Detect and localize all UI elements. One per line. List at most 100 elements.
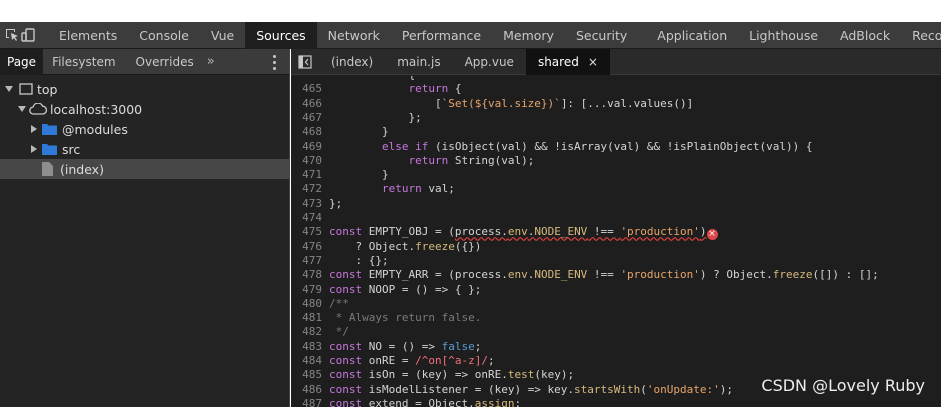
toggle-navigator-icon[interactable] xyxy=(291,49,319,75)
line-number[interactable]: 486 xyxy=(291,383,329,397)
line-number[interactable]: 475 xyxy=(291,225,329,239)
line-number[interactable]: 476 xyxy=(291,240,329,254)
code-text: else if (isObject(val) && !isArray(val) … xyxy=(381,139,813,153)
tab-label: shared xyxy=(537,54,579,69)
line-number[interactable]: 477 xyxy=(291,254,329,268)
tab-label: Lighthouse xyxy=(749,27,819,43)
line-number[interactable]: 484 xyxy=(291,354,329,368)
line-number[interactable]: 471 xyxy=(291,168,329,182)
tab-label: Console xyxy=(139,27,189,43)
line-number[interactable]: 468 xyxy=(291,125,329,139)
tree-item-modules[interactable]: @modules xyxy=(0,119,289,139)
tab-adblock[interactable]: AdBlock xyxy=(829,22,901,49)
expand-arrow-icon[interactable] xyxy=(18,106,26,112)
tab-performance[interactable]: Performance xyxy=(391,22,492,49)
line-number[interactable]: 469 xyxy=(291,140,329,154)
editor-tab-main-js[interactable]: main.js xyxy=(385,49,452,75)
line-number[interactable]: 483 xyxy=(291,340,329,354)
cloud-icon xyxy=(29,103,47,115)
code-line: 467 }; xyxy=(291,111,941,125)
line-number[interactable]: 470 xyxy=(291,154,329,168)
tree-item-src[interactable]: src xyxy=(0,139,289,159)
editor-tab-index[interactable]: (index) xyxy=(319,49,385,75)
line-number[interactable]: 482 xyxy=(291,325,329,339)
code-text: return val; xyxy=(381,182,455,196)
tab-filesystem[interactable]: Filesystem xyxy=(43,49,122,75)
editor-tab-shared[interactable]: shared × xyxy=(525,48,610,75)
line-number[interactable]: 466 xyxy=(291,97,329,111)
window-top-bar xyxy=(0,0,941,22)
line-number[interactable]: 465 xyxy=(291,82,329,96)
line-number[interactable]: 485 xyxy=(291,368,329,382)
tab-label: Filesystem xyxy=(52,54,116,69)
tab-overrides[interactable]: Overrides xyxy=(123,49,201,75)
tree-item-localhost[interactable]: localhost:3000 xyxy=(0,99,289,119)
line-number[interactable]: 474 xyxy=(291,211,329,225)
line-number[interactable]: 472 xyxy=(291,182,329,196)
code-line: 484 const onRE = /^on[^a-z]/; xyxy=(291,354,941,368)
code-line: 474 xyxy=(291,211,941,225)
code-text: : {}; xyxy=(329,253,389,267)
collapse-arrow-icon[interactable] xyxy=(31,145,37,153)
tab-label: Overrides xyxy=(135,54,194,69)
line-number[interactable]: 467 xyxy=(291,111,329,125)
code-text: const extend = Object.assign; xyxy=(329,396,522,407)
code-text: }; xyxy=(329,110,422,124)
code-line: 471 } xyxy=(291,168,941,182)
line-number[interactable]: 481 xyxy=(291,311,329,325)
editor-tab-app-vue[interactable]: App.vue xyxy=(453,49,526,75)
tab-label: AdBlock xyxy=(840,27,891,43)
code-line: 481 * Always return false. xyxy=(291,311,941,325)
code-text: ? Object.freeze({}) xyxy=(329,239,482,253)
more-options-icon[interactable] xyxy=(269,53,279,71)
line-number[interactable]: 479 xyxy=(291,283,329,297)
code-text: * Always return false. xyxy=(329,311,482,325)
tab-page[interactable]: Page xyxy=(0,48,44,75)
tree-label: @modules xyxy=(62,121,128,137)
tab-label: Network xyxy=(327,27,380,43)
tab-sources[interactable]: Sources xyxy=(245,21,317,49)
tab-vue[interactable]: Vue xyxy=(200,22,245,49)
tab-recorder[interactable]: Recorder xyxy=(901,22,941,49)
collapse-arrow-icon[interactable] xyxy=(31,125,37,133)
tab-lighthouse[interactable]: Lighthouse xyxy=(738,22,829,49)
tab-label: Performance xyxy=(401,27,482,43)
code-area[interactable]: { 465 return {466 [`Set(${val.size})`]: … xyxy=(291,76,941,407)
tab-elements[interactable]: Elements xyxy=(48,22,128,49)
more-tabs-button[interactable]: » xyxy=(201,54,221,69)
tab-memory[interactable]: Memory xyxy=(492,22,565,49)
tab-security[interactable]: Security xyxy=(565,22,638,49)
file-icon xyxy=(42,162,53,176)
tab-network[interactable]: Network xyxy=(317,22,391,49)
code-text: const EMPTY_ARR = (process.env.NODE_ENV … xyxy=(329,268,879,282)
code-text: const onRE = /^on[^a-z]/; xyxy=(329,354,495,367)
tree-item-index[interactable]: (index) xyxy=(0,159,289,179)
tree-item-top[interactable]: top xyxy=(0,79,289,99)
tree-label: localhost:3000 xyxy=(50,101,143,117)
expand-arrow-icon[interactable] xyxy=(5,86,13,92)
tab-label: (index) xyxy=(331,54,374,69)
line-number[interactable]: 480 xyxy=(291,297,329,311)
navigator-tabs: Page Filesystem Overrides » xyxy=(0,48,289,75)
code-text: } xyxy=(329,125,389,139)
editor-tabs: (index) main.js App.vue shared × xyxy=(291,48,941,75)
tab-label: Sources xyxy=(256,27,306,43)
tree-label: (index) xyxy=(60,161,104,177)
code-text: return String(val); xyxy=(408,153,535,167)
line-number[interactable]: 487 xyxy=(291,397,329,407)
code-text: return { xyxy=(408,82,462,96)
code-line: 468 } xyxy=(291,125,941,139)
tab-console[interactable]: Console xyxy=(128,22,200,49)
code-line: 465 return { xyxy=(291,82,941,96)
tab-application[interactable]: Application xyxy=(638,22,738,49)
tab-label: Recorder xyxy=(912,27,941,43)
device-toolbar-icon[interactable] xyxy=(20,22,36,48)
inspect-element-icon[interactable] xyxy=(4,22,20,48)
close-tab-icon[interactable]: × xyxy=(588,55,598,69)
sources-navigator: Page Filesystem Overrides » top localhos… xyxy=(0,48,290,407)
code-text: const EMPTY_OBJ = (process.env.NODE_ENV … xyxy=(329,225,707,239)
line-number[interactable]: 478 xyxy=(291,268,329,282)
tab-label: App.vue xyxy=(464,54,514,69)
line-number[interactable]: 473 xyxy=(291,197,329,211)
code-line: 477 : {}; xyxy=(291,254,941,268)
